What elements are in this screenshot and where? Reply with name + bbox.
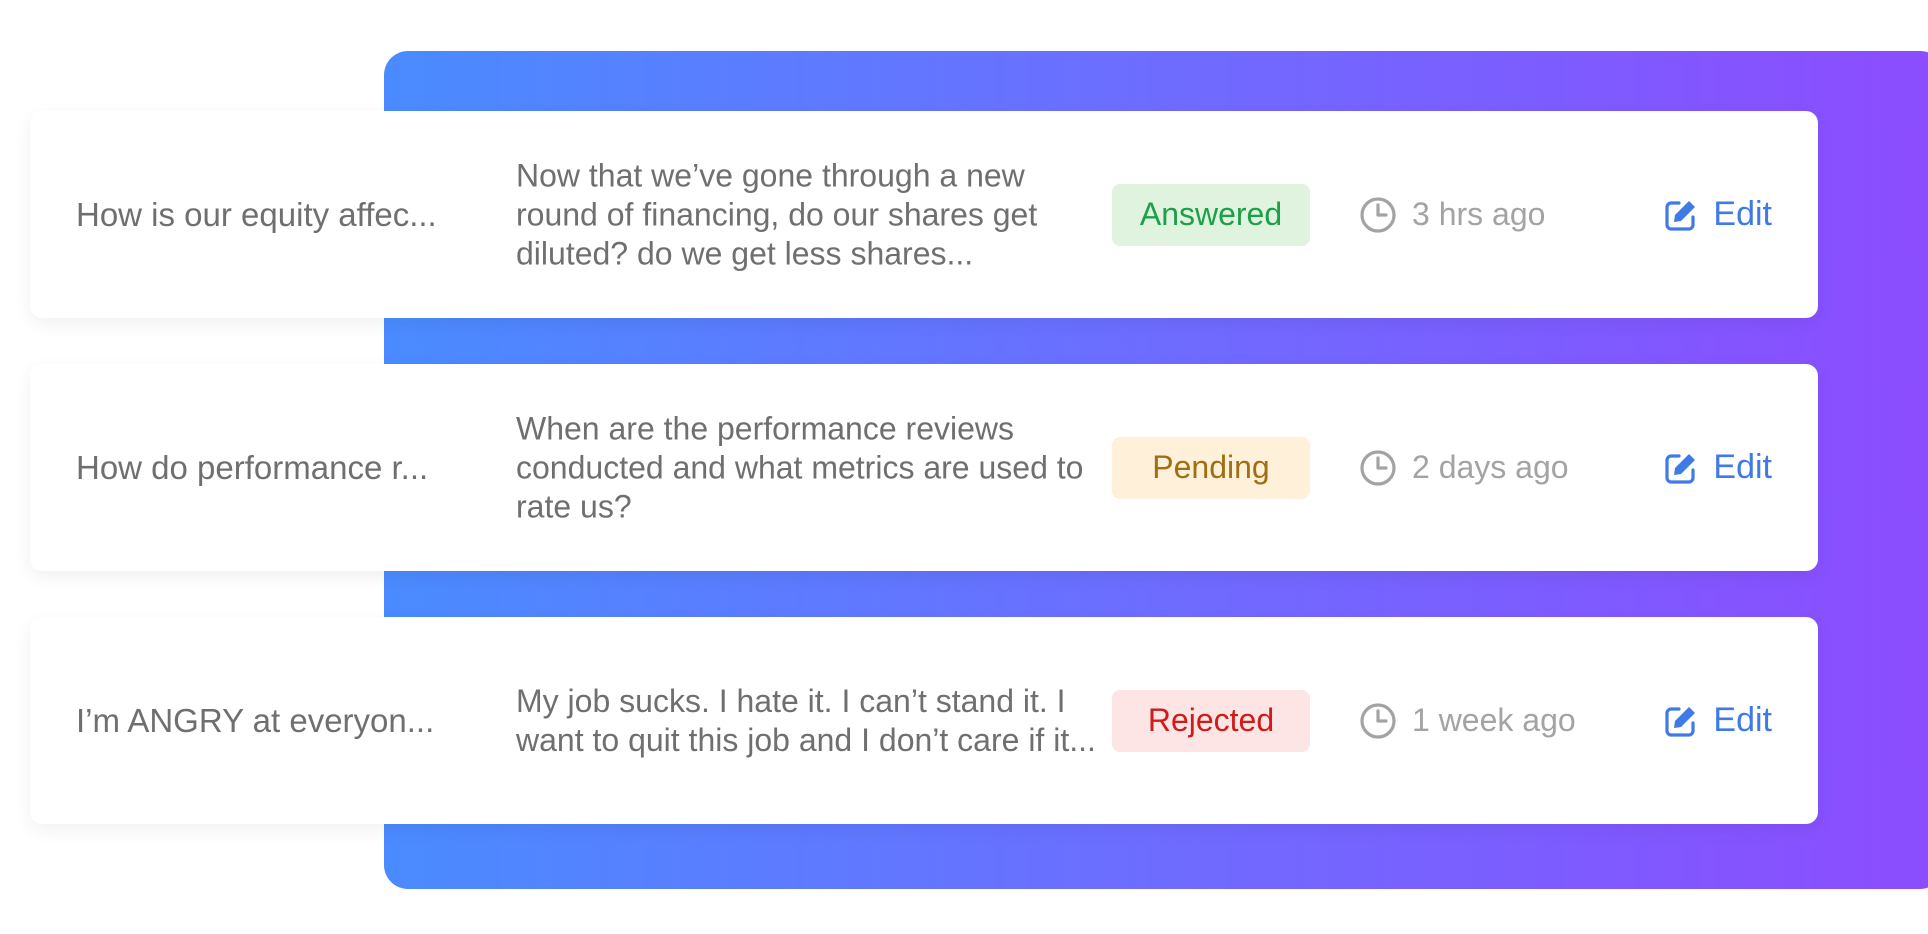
status-badge: Pending [1112, 436, 1310, 499]
timestamp: 1 week ago [1358, 701, 1576, 741]
edit-label[interactable]: Edit [1713, 448, 1772, 487]
question-description: When are the performance reviews conduct… [516, 410, 1084, 524]
edit-label[interactable]: Edit [1713, 701, 1772, 740]
time-text: 3 hrs ago [1412, 196, 1546, 232]
clock-icon [1358, 195, 1398, 235]
clock-icon [1358, 701, 1398, 741]
question-description: My job sucks. I hate it. I can’t stand i… [516, 682, 1096, 758]
question-list: How is our equity affec... Now that we’v… [30, 111, 1818, 824]
clock-icon [1358, 448, 1398, 488]
question-title[interactable]: How do performance r... [76, 449, 496, 487]
status-badge: Answered [1112, 183, 1310, 246]
question-title[interactable]: How is our equity affec... [76, 196, 496, 234]
edit-button[interactable]: Edit [1661, 448, 1772, 488]
edit-icon[interactable] [1661, 701, 1701, 741]
edit-label[interactable]: Edit [1713, 195, 1772, 234]
timestamp: 2 days ago [1358, 448, 1569, 488]
edit-button[interactable]: Edit [1661, 701, 1772, 741]
time-text: 2 days ago [1412, 449, 1569, 485]
question-card[interactable]: How do performance r... When are the per… [30, 364, 1818, 571]
edit-button[interactable]: Edit [1661, 195, 1772, 235]
app-stage: How is our equity affec... Now that we’v… [0, 0, 1928, 934]
time-text: 1 week ago [1412, 702, 1576, 738]
timestamp: 3 hrs ago [1358, 195, 1545, 235]
edit-icon[interactable] [1661, 448, 1701, 488]
status-badge: Rejected [1112, 689, 1310, 752]
question-title[interactable]: I’m ANGRY at everyon... [76, 702, 496, 740]
question-card[interactable]: How is our equity affec... Now that we’v… [30, 111, 1818, 318]
edit-icon[interactable] [1661, 195, 1701, 235]
question-card[interactable]: I’m ANGRY at everyon... My job sucks. I … [30, 617, 1818, 824]
question-description: Now that we’ve gone through a new round … [516, 157, 1038, 271]
